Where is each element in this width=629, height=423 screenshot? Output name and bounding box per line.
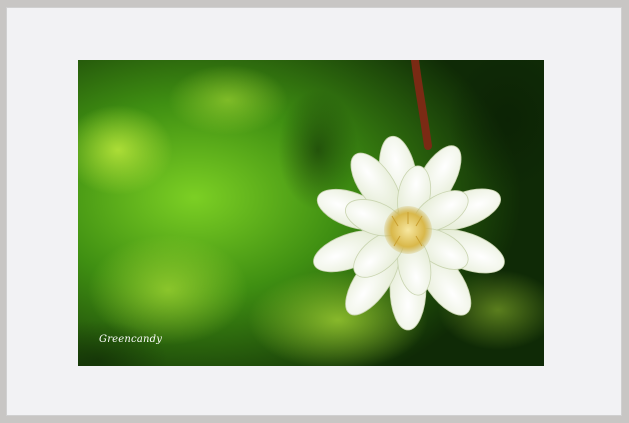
photo-frame: Greencandy — [6, 7, 622, 416]
watermark-signature: Greencandy — [99, 334, 163, 345]
flower-photo-image — [78, 60, 544, 366]
photo: Greencandy — [78, 60, 544, 366]
